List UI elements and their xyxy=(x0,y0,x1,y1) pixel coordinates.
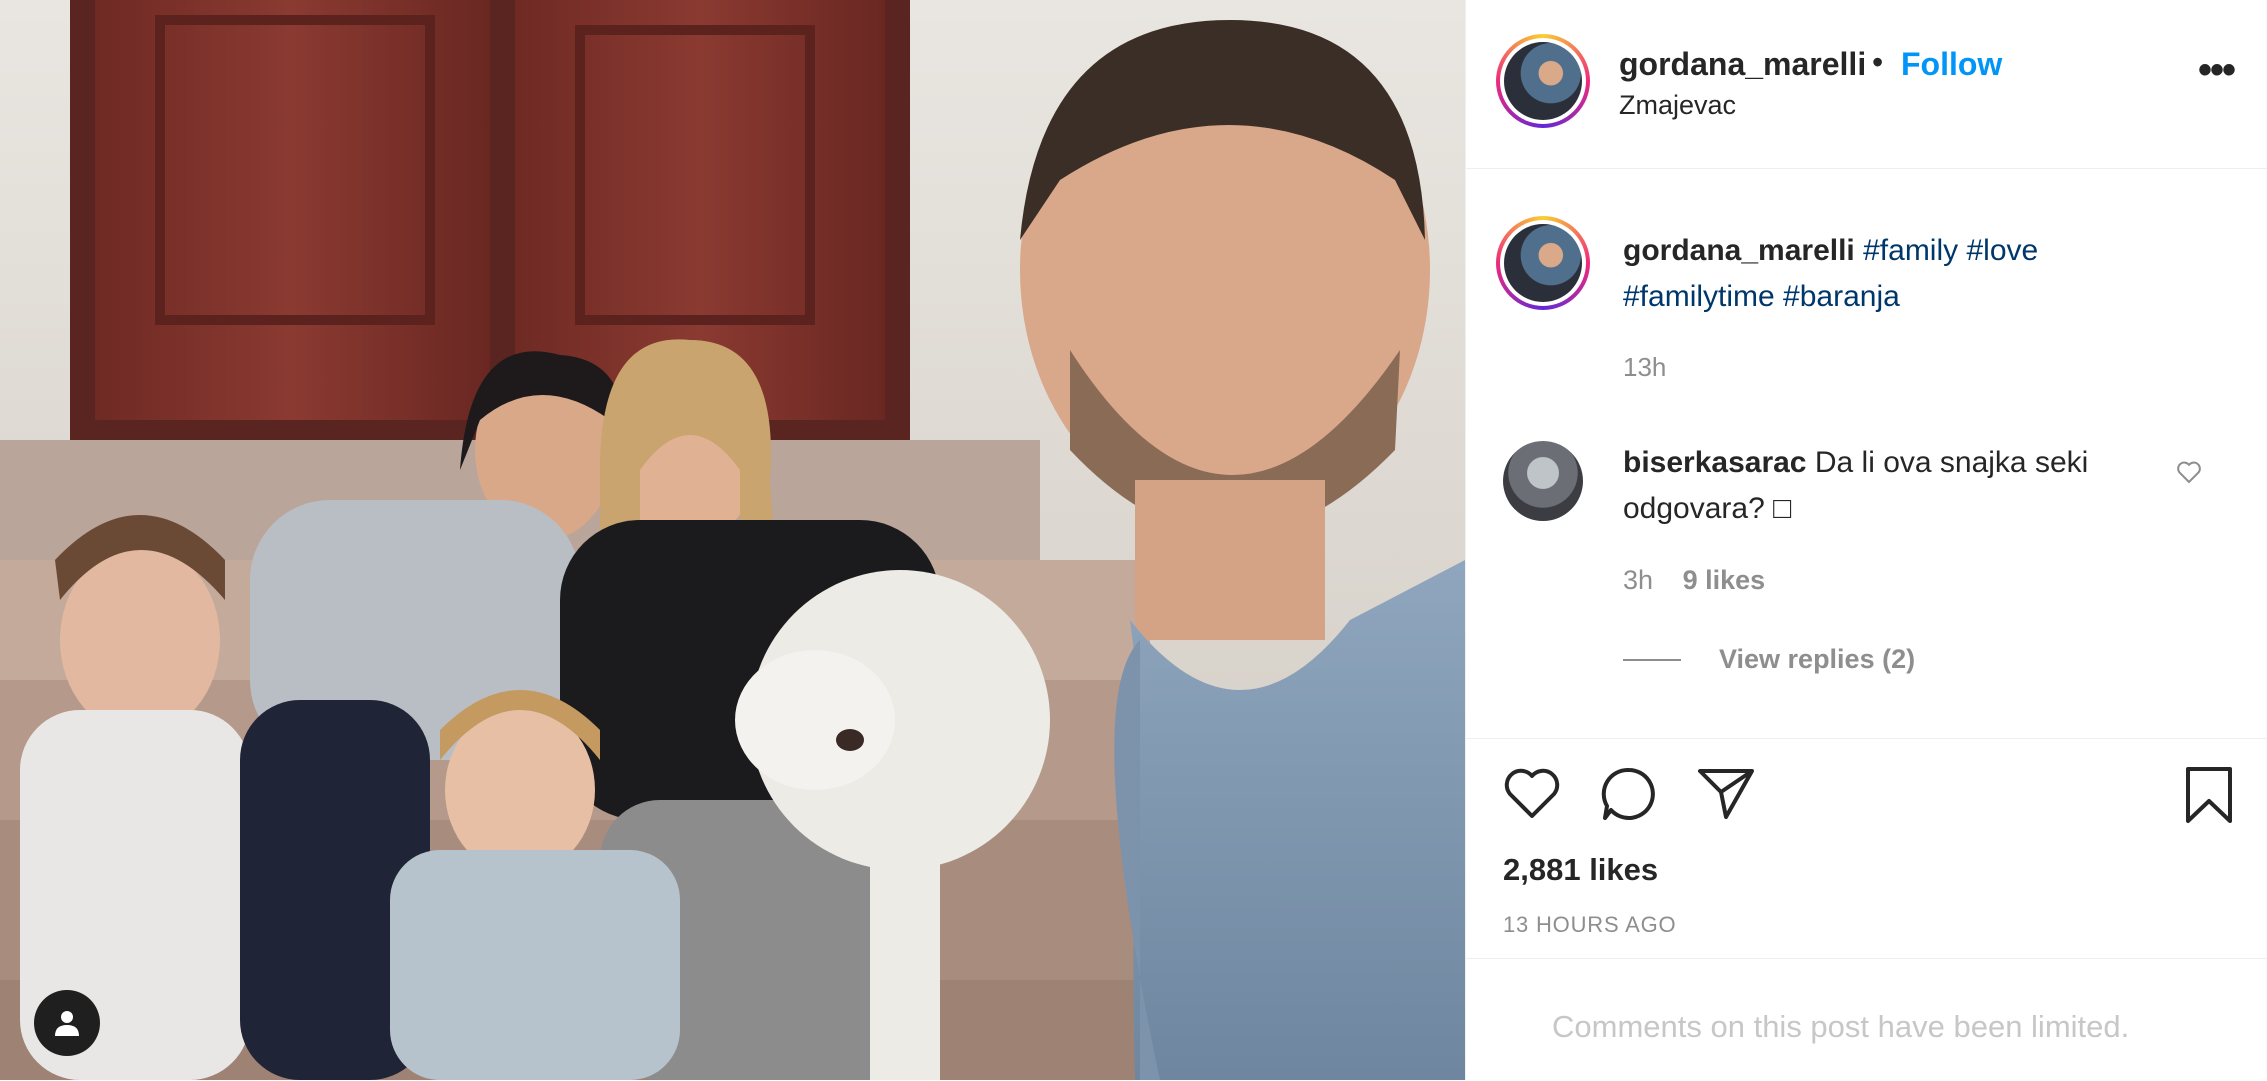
view-replies-label: View replies (2) xyxy=(1719,644,1916,674)
comment-heart-icon[interactable] xyxy=(2176,460,2202,484)
location-link[interactable]: Zmajevac xyxy=(1619,90,1736,121)
more-options-icon[interactable]: ••• xyxy=(2198,50,2236,90)
hashtag-link[interactable]: #baranja xyxy=(1783,280,1900,313)
heart-icon[interactable] xyxy=(1502,765,1562,821)
caption-time[interactable]: 13h xyxy=(1623,352,1666,383)
comment-likes[interactable]: 9 likes xyxy=(1683,565,1766,595)
post-header: gordana_marelli • Follow Zmajevac ••• xyxy=(1466,0,2267,169)
comments-limited-text: Comments on this post have been limited. xyxy=(1552,1009,2130,1044)
post-timestamp[interactable]: 13 HOURS AGO xyxy=(1503,912,1676,938)
comment-body: biserkasarac Da li ova snajka seki odgov… xyxy=(1623,440,2143,532)
person-icon xyxy=(55,1011,79,1036)
comment-meta: 3h 9 likes xyxy=(1623,565,1787,596)
action-bar xyxy=(1466,738,2267,851)
hashtag-link[interactable]: #familytime xyxy=(1623,280,1775,313)
follow-button[interactable]: Follow xyxy=(1901,46,2002,83)
avatar[interactable] xyxy=(1496,34,1590,128)
header-username[interactable]: gordana_marelli xyxy=(1619,46,1866,83)
replies-divider xyxy=(1623,658,1681,661)
comment-username[interactable]: biserkasarac xyxy=(1623,446,1807,479)
hashtag-link[interactable]: #family xyxy=(1863,234,1958,267)
post-sidebar: gordana_marelli • Follow Zmajevac ••• go… xyxy=(1465,0,2267,1080)
caption-username[interactable]: gordana_marelli xyxy=(1623,234,1855,267)
share-icon[interactable] xyxy=(1696,765,1756,821)
caption-text: gordana_marelli #family #love #familytim… xyxy=(1623,228,2143,320)
post-photo[interactable] xyxy=(0,0,1465,1080)
comments-limited-notice: Comments on this post have been limited. xyxy=(1466,958,2267,1081)
person-tag-icon[interactable] xyxy=(34,990,100,1056)
photo-illustration xyxy=(0,0,1465,1080)
comment-time[interactable]: 3h xyxy=(1623,565,1653,595)
comment-avatar[interactable] xyxy=(1503,441,1583,521)
caption-avatar[interactable] xyxy=(1496,216,1590,310)
likes-count[interactable]: 2,881 likes xyxy=(1503,852,1658,888)
hashtag-link[interactable]: #love xyxy=(1966,234,2038,267)
separator-dot: • xyxy=(1872,44,1884,80)
comment-icon[interactable] xyxy=(1599,765,1659,823)
bookmark-icon[interactable] xyxy=(2182,765,2236,825)
view-replies-button[interactable]: View replies (2) xyxy=(1623,644,1915,675)
